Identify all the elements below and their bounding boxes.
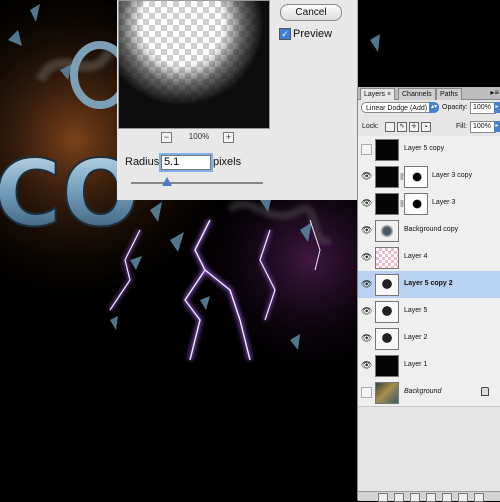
blend-mode-select[interactable]: Linear Dodge (Add) ▴▾ bbox=[361, 102, 439, 113]
layer-row[interactable]: 👁 Background copy bbox=[358, 217, 500, 245]
lock-label: Lock: bbox=[362, 123, 379, 130]
layer-row[interactable]: 👁 Layer 5 bbox=[358, 298, 500, 326]
layer-row[interactable]: Layer 5 copy bbox=[358, 136, 500, 164]
eye-icon[interactable]: 👁 bbox=[361, 253, 372, 262]
layer-name: Layer 3 bbox=[432, 199, 456, 206]
layer-row[interactable]: 👁 Layer 2 bbox=[358, 325, 500, 353]
radius-input[interactable]: 5.1 bbox=[161, 155, 211, 170]
layer-thumbnail bbox=[375, 220, 399, 242]
preview-label: Preview bbox=[293, 28, 333, 40]
layer-name: Background bbox=[404, 388, 442, 395]
fill-input[interactable]: 100% bbox=[470, 121, 496, 133]
layer-thumbnail bbox=[375, 382, 399, 404]
tab-paths[interactable]: Paths bbox=[436, 88, 462, 100]
radius-label: Radius: bbox=[125, 156, 163, 168]
radius-unit: pixels bbox=[213, 156, 242, 168]
adjustment-layer-icon[interactable] bbox=[426, 493, 436, 502]
opacity-input[interactable]: 100% bbox=[470, 102, 496, 114]
close-icon[interactable]: × bbox=[387, 91, 391, 98]
layer-name: Layer 2 bbox=[404, 334, 428, 341]
trash-icon[interactable] bbox=[474, 493, 484, 502]
layer-mask-thumbnail[interactable] bbox=[404, 193, 428, 215]
layer-row[interactable]: 👁 Layer 4 bbox=[358, 244, 500, 272]
layer-mask-thumbnail[interactable] bbox=[404, 166, 428, 188]
eye-icon[interactable]: 👁 bbox=[361, 307, 372, 316]
lock-transparency-icon[interactable] bbox=[385, 122, 395, 132]
link-layers-icon[interactable] bbox=[378, 493, 388, 502]
layer-style-icon[interactable] bbox=[394, 493, 404, 502]
layer-name: Layer 5 bbox=[404, 307, 428, 314]
layer-thumbnail bbox=[375, 274, 399, 296]
lock-icon bbox=[481, 387, 489, 396]
opacity-label: Opacity: bbox=[442, 104, 468, 111]
tab-channels[interactable]: Channels bbox=[398, 88, 436, 100]
layer-row[interactable]: 👁 Layer 1 bbox=[358, 352, 500, 380]
eye-icon[interactable]: 👁 bbox=[361, 280, 372, 289]
eye-icon[interactable]: 👁 bbox=[361, 172, 372, 181]
preview-image bbox=[119, 1, 269, 128]
zoom-level: 100% bbox=[188, 132, 210, 141]
preview-checkbox[interactable]: ✓ bbox=[279, 28, 291, 40]
layer-thumbnail bbox=[375, 301, 399, 323]
layer-name: Layer 5 copy 2 bbox=[404, 280, 453, 287]
lock-pixels-icon[interactable]: ✎ bbox=[397, 122, 407, 132]
opacity-arrow-icon[interactable]: ▸ bbox=[494, 102, 500, 113]
layer-thumbnail bbox=[375, 328, 399, 350]
layer-row[interactable]: Background bbox=[358, 379, 500, 407]
eye-icon[interactable]: 👁 bbox=[361, 199, 372, 208]
panel-menu-icon[interactable]: ▸≡ bbox=[490, 88, 499, 97]
layer-name: Layer 3 copy bbox=[432, 172, 473, 179]
chevron-updown-icon: ▴▾ bbox=[429, 102, 439, 113]
zoom-in-button[interactable]: + bbox=[223, 132, 234, 143]
layer-row-selected[interactable]: 👁 Layer 5 copy 2 bbox=[358, 271, 500, 299]
lock-all-icon[interactable]: ▪ bbox=[421, 122, 431, 132]
layer-thumbnail bbox=[375, 355, 399, 377]
layer-thumbnail bbox=[375, 166, 399, 188]
layer-name: Layer 5 copy bbox=[404, 145, 445, 152]
radius-slider[interactable] bbox=[131, 182, 263, 184]
layer-row[interactable]: 👁 ⛓ Layer 3 copy bbox=[358, 163, 500, 191]
panel-tabs: Layers × Channels Paths ▸≡ bbox=[358, 87, 500, 100]
blend-mode-value: Linear Dodge (Add) bbox=[366, 105, 428, 112]
zoom-out-button[interactable]: − bbox=[161, 132, 172, 143]
visibility-toggle[interactable] bbox=[361, 144, 372, 155]
eye-icon[interactable]: 👁 bbox=[361, 334, 372, 343]
tab-layers[interactable]: Layers × bbox=[360, 88, 396, 100]
fill-label: Fill: bbox=[456, 123, 467, 130]
layer-thumbnail bbox=[375, 193, 399, 215]
cancel-button[interactable]: Cancel bbox=[280, 4, 342, 21]
radius-slider-thumb[interactable] bbox=[162, 177, 172, 186]
layer-name: Layer 4 bbox=[404, 253, 428, 260]
zoom-controls: − 100% + bbox=[117, 130, 269, 144]
add-mask-icon[interactable] bbox=[410, 493, 420, 502]
layer-name: Layer 1 bbox=[404, 361, 428, 368]
visibility-toggle[interactable] bbox=[361, 387, 372, 398]
layer-thumbnail bbox=[375, 247, 399, 269]
gaussian-blur-dialog: − 100% + Radius: 5.1 pixels Cancel ✓ Pre… bbox=[117, 0, 358, 200]
filter-preview[interactable] bbox=[118, 0, 270, 129]
eye-icon[interactable]: 👁 bbox=[361, 361, 372, 370]
fill-arrow-icon[interactable]: ▸ bbox=[494, 121, 500, 132]
layer-row[interactable]: 👁 ⛓ Layer 3 bbox=[358, 190, 500, 218]
layer-name: Background copy bbox=[404, 226, 459, 233]
layers-panel: Layers × Channels Paths ▸≡ Linear Dodge … bbox=[357, 87, 500, 502]
new-layer-icon[interactable] bbox=[458, 493, 468, 502]
new-group-icon[interactable] bbox=[442, 493, 452, 502]
layer-thumbnail bbox=[375, 139, 399, 161]
lock-position-icon[interactable]: ✛ bbox=[409, 122, 419, 132]
eye-icon[interactable]: 👁 bbox=[361, 226, 372, 235]
